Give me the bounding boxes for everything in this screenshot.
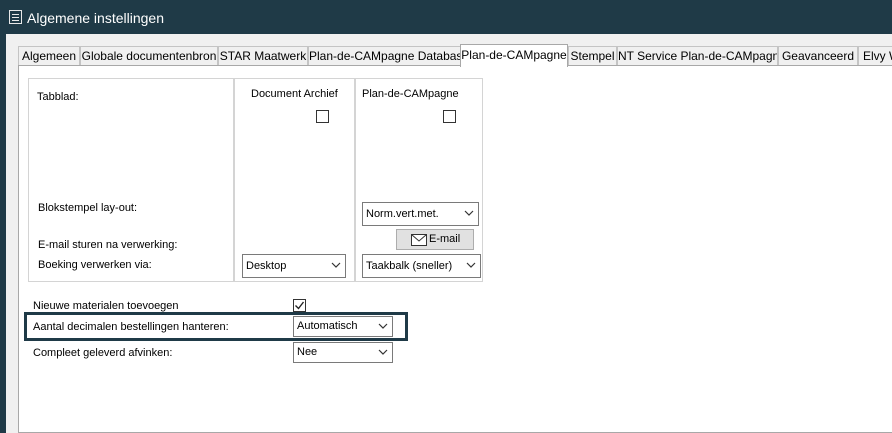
select-value: Nee [297, 346, 318, 358]
chevron-down-icon [464, 210, 474, 216]
select-value: Desktop [246, 260, 287, 272]
nieuwe-materialen-label: Nieuwe materialen toevoegen [33, 300, 179, 312]
tab-label: Geavanceerd [781, 49, 855, 63]
tab-label: Plan-de-CAMpagne [461, 48, 567, 62]
plan-de-campagne-header: Plan-de-CAMpagne [362, 88, 459, 100]
app-window-icon [9, 10, 22, 24]
checkmark-icon [295, 301, 305, 310]
nieuwe-materialen-checkbox[interactable] [293, 299, 306, 312]
document-archief-boeking-select[interactable]: Desktop [242, 254, 346, 278]
chevron-down-icon [331, 262, 341, 268]
email-button-label: E-mail [429, 233, 461, 245]
envelope-icon [411, 234, 427, 246]
compleet-geleverd-label: Compleet geleverd afvinken: [33, 347, 173, 359]
document-archief-tab-checkbox[interactable] [316, 110, 329, 123]
plan-de-campagne-boeking-select[interactable]: Taakbalk (sneller) [362, 254, 481, 278]
tab-nt-service[interactable]: NT Service Plan-de-CAMpagne [617, 46, 778, 66]
document-archief-box [234, 78, 355, 282]
tab-label: Algemeen [21, 49, 77, 63]
tab-algemeen[interactable]: Algemeen [18, 46, 80, 66]
plan-de-campagne-tab-checkbox[interactable] [443, 110, 456, 123]
select-value: Norm.vert.met. [366, 208, 439, 220]
tab-plan-de-campagne-database[interactable]: Plan-de-CAMpagne Database [308, 46, 461, 66]
tab-strip: Algemeen Globale documentenbron STAR Maa… [18, 44, 892, 67]
tab-stempel[interactable]: Stempel [568, 46, 617, 66]
title-bar[interactable]: Algemene instellingen [0, 0, 892, 34]
tab-elvy[interactable]: Elvy We [858, 46, 892, 66]
blokstempel-layout-select[interactable]: Norm.vert.met. [362, 202, 479, 226]
chevron-down-icon [378, 349, 388, 355]
tab-label: Plan-de-CAMpagne Database [309, 49, 461, 63]
tab-label: NT Service Plan-de-CAMpagne [618, 49, 778, 63]
tab-plan-de-campagne[interactable]: Plan-de-CAMpagne [460, 44, 568, 67]
tab-panel: Tabblad: Blokstempel lay-out: E-mail stu… [18, 65, 892, 433]
chevron-down-icon [466, 262, 476, 268]
email-button[interactable]: E-mail [396, 229, 474, 250]
compleet-geleverd-select[interactable]: Nee [293, 342, 393, 363]
tab-label: STAR Maatwerk [219, 49, 307, 63]
tab-label: Stempel [570, 49, 615, 63]
window-title: Algemene instellingen [27, 10, 164, 26]
tab-star-maatwerk[interactable]: STAR Maatwerk [218, 46, 308, 66]
blokstempel-label: Blokstempel lay-out: [38, 202, 138, 214]
document-archief-header: Document Archief [251, 88, 338, 100]
tabblad-label: Tabblad: [37, 91, 79, 103]
tab-geavanceerd[interactable]: Geavanceerd [778, 46, 858, 66]
highlight-box [24, 312, 408, 341]
email-sturen-label: E-mail sturen na verwerking: [38, 239, 178, 251]
boeking-label: Boeking verwerken via: [38, 259, 152, 271]
tab-label: Globale documentenbron [81, 49, 217, 63]
dialog-content: Algemeen Globale documentenbron STAR Maa… [6, 34, 892, 433]
tab-globale-documentenbron[interactable]: Globale documentenbron [80, 46, 218, 66]
labels-box [28, 78, 234, 282]
tab-label: Elvy We [863, 49, 892, 63]
select-value: Taakbalk (sneller) [366, 260, 453, 272]
plan-de-campagne-box [355, 78, 483, 282]
